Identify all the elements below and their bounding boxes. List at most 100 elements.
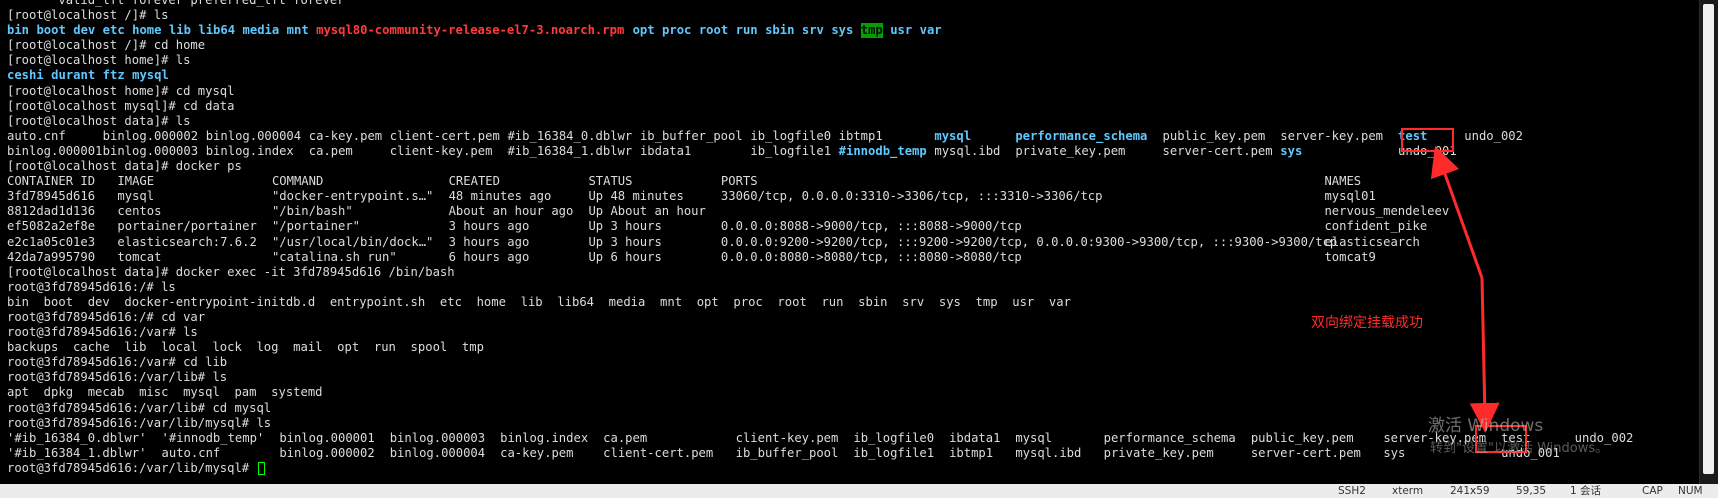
terminal-token: lib64 [198, 23, 236, 38]
annotation-label: 双向绑定挂载成功 [1311, 315, 1423, 331]
terminal-cursor [258, 461, 266, 475]
terminal-token: NAMES [1324, 174, 1362, 189]
terminal-token: binlog.index [500, 430, 589, 445]
terminal-token: ca.pem [603, 430, 648, 445]
terminal-token: undo_002 [1464, 128, 1523, 143]
status-cursor-pos: 59,35 [1516, 485, 1547, 497]
terminal-token: Up 48 minutes [588, 189, 684, 204]
terminal-token: [root@localhost data]# docker ps [7, 159, 242, 174]
terminal-token: portainer/portainer [117, 219, 257, 234]
terminal-token: [root@localhost /]# ls [7, 8, 169, 23]
terminal-token: usr [890, 23, 913, 38]
terminal-token: ib_logfile0 [750, 128, 832, 143]
terminal-token: root@3fd78945d616:/var/lib# cd mysql [7, 400, 272, 415]
status-caps: CAP [1642, 485, 1663, 497]
terminal-token: #ib_16384_1.dblwr [507, 143, 633, 158]
terminal-token: client-key.pem [735, 430, 839, 445]
terminal-token: 0.0.0.0:8088->9000/tcp, :::8088->9000/tc… [720, 219, 1022, 234]
terminal-token: [root@localhost data]# ls [7, 113, 191, 128]
terminal-token: binlog.000002 [279, 445, 375, 460]
terminal-token: ca.pem [308, 143, 353, 158]
terminal-token: Up 6 hours [588, 249, 662, 264]
terminal-token: elasticsearch [1324, 234, 1420, 249]
terminal-token: "docker-entrypoint.s…" [271, 189, 434, 204]
terminal-token: mysql [934, 128, 972, 143]
terminal-token: ibtmp1 [838, 128, 883, 143]
terminal-token: e2c1a05c01e3 [7, 234, 96, 249]
terminal-token: mysql80-community-release-el7-3.noarch.r… [316, 23, 625, 38]
terminal-token: Up 3 hours [588, 234, 662, 249]
terminal-token: sys [1280, 143, 1303, 158]
terminal-token: "/bin/bash" [271, 204, 353, 219]
terminal-token: 42da7a995790 [7, 249, 96, 264]
terminal-token: server-key.pem [1280, 128, 1383, 143]
terminal-token: binlog.000004 [389, 445, 486, 460]
terminal-token: apt dpkg mecab misc mysql pam systemd [7, 385, 323, 400]
terminal-token: ib_logfile1 [750, 143, 832, 158]
terminal-token: bin [7, 23, 30, 38]
terminal-token: tmp [860, 23, 883, 39]
status-protocol: SSH2 [1338, 485, 1366, 497]
terminal-token: mysql [132, 68, 169, 83]
terminal-token: media [242, 23, 280, 38]
terminal-token: private_key.pem [1015, 143, 1126, 158]
terminal-token: ib_buffer_pool [639, 128, 743, 143]
terminal-token: ibdata1 [949, 430, 1001, 445]
terminal-token: ibtmp1 [949, 445, 994, 460]
terminal-token: opt [632, 23, 655, 38]
terminal-token: ibdata1 [639, 143, 692, 158]
terminal-token: [root@localhost /]# cd home [7, 38, 206, 53]
terminal-token: nervous_mendeleev [1324, 204, 1450, 219]
terminal-token: mysql [1015, 430, 1052, 445]
terminal-token: 6 hours ago [448, 249, 530, 264]
terminal-token: IMAGE [117, 174, 155, 189]
terminal-token: "catalina.sh run" [271, 249, 397, 264]
terminal-token: durant [51, 68, 96, 83]
terminal-token: CREATED [448, 174, 500, 189]
terminal-token: root@3fd78945d616:/var# ls [7, 325, 198, 340]
terminal-token: sys [1383, 445, 1406, 460]
terminal-token: root@3fd78945d616:/var# cd lib [7, 355, 228, 370]
terminal-token: '#ib_16384_0.dblwr' [7, 430, 147, 445]
terminal-token: backups cache lib local lock log mail op… [7, 340, 484, 355]
terminal-token: bin boot dev docker-entrypoint-initdb.d … [7, 294, 1071, 309]
terminal-token: STATUS [588, 174, 633, 189]
terminal-token: auto.cnf [7, 128, 66, 143]
terminal-token: srv [801, 23, 824, 38]
terminal-token: "/usr/local/bin/dock…" [271, 234, 434, 249]
terminal-token: client-cert.pem [603, 445, 714, 460]
terminal-token: binlog.000003 [102, 143, 199, 158]
terminal-token: centos [117, 204, 162, 219]
terminal-token: public_key.pem [1250, 430, 1354, 445]
terminal-token: ib_logfile0 [853, 430, 935, 445]
terminal-token: root@3fd78945d616:/# cd var [7, 309, 206, 324]
terminal-token: 3fd78945d616 [7, 189, 96, 204]
terminal-token: CONTAINER ID [7, 174, 96, 189]
terminal-token: [root@localhost mysql]# cd data [7, 98, 235, 113]
terminal-token: ca-key.pem [308, 128, 383, 143]
terminal-token: ceshi [7, 68, 44, 83]
terminal-token: About an hour ago [448, 204, 574, 219]
terminal-token: sys [831, 23, 854, 38]
terminal-token: auto.cnf [161, 445, 221, 460]
scrollbar-thumb[interactable] [1703, 4, 1714, 474]
terminal-token: lib [168, 23, 191, 38]
terminal-token: 8812dad1d136 [7, 204, 96, 219]
terminal-token: #innodb_temp [838, 143, 927, 158]
terminal-token: public_key.pem [1162, 128, 1266, 143]
terminal-token: '#innodb_temp' [161, 430, 265, 445]
vertical-scrollbar[interactable] [1699, 0, 1718, 484]
status-bar: SSH2 xterm 241x59 59,35 1 会话 CAP NUM [0, 484, 1718, 498]
terminal-token: binlog.000002 [102, 128, 199, 143]
terminal-token: ef5082a2ef8e [7, 219, 96, 234]
terminal-token: mysql.ibd [934, 143, 1001, 158]
terminal-token: boot [36, 23, 66, 38]
terminal-token: binlog.000001 [279, 430, 375, 445]
terminal-token: 48 minutes ago [448, 189, 552, 204]
terminal-token: 3 hours ago [448, 219, 530, 234]
terminal-token: root@3fd78945d616:/var/lib/mysql# ls [7, 415, 272, 430]
terminal-token: ib_logfile1 [853, 445, 935, 460]
status-size: 241x59 [1450, 485, 1490, 497]
terminal-token: 3 hours ago [448, 234, 530, 249]
status-sessions: 1 会话 [1570, 485, 1602, 497]
